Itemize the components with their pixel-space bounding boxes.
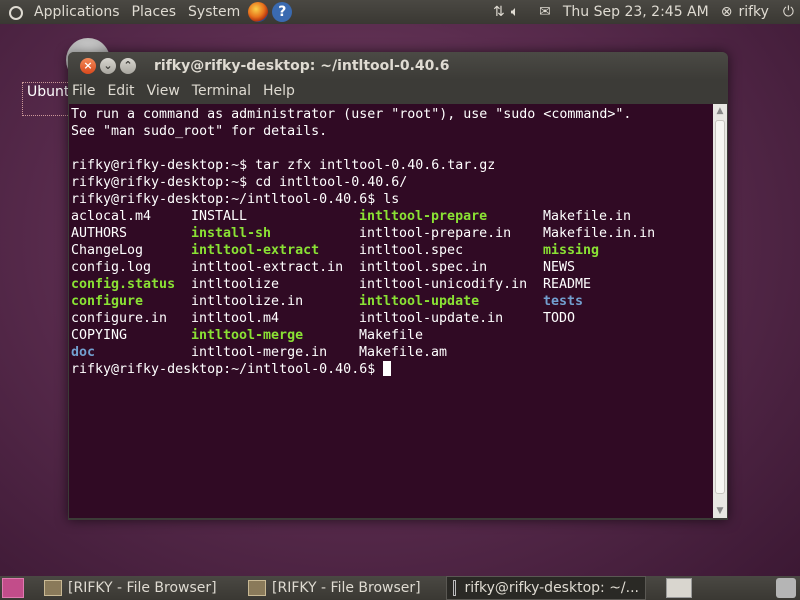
volume-icon[interactable]: 🔈︎ (511, 4, 519, 20)
menu-file[interactable]: File (68, 83, 101, 99)
menu-edit[interactable]: Edit (101, 83, 140, 99)
scroll-thumb[interactable] (715, 120, 725, 494)
ls-file: README (543, 277, 592, 292)
window-titlebar[interactable]: × ⌄ ⌃ rifky@rifky-desktop: ~/intltool-0.… (68, 52, 728, 80)
ls-directory: tests (543, 294, 584, 309)
firefox-icon[interactable] (248, 2, 269, 22)
scroll-up-icon[interactable]: ▲ (713, 104, 727, 118)
ls-file: TODO (543, 311, 576, 326)
workspace-switcher[interactable] (666, 578, 692, 598)
ls-file: configure (71, 294, 144, 309)
ls-file: intltool.spec.in (359, 260, 488, 275)
text-cursor (383, 361, 392, 376)
user-name[interactable]: rifky (738, 4, 768, 20)
ls-file: intltool-merge.in (191, 345, 328, 360)
prompt-line: rifky@rifky-desktop:~/intltool-0.40.6$ (69, 361, 713, 378)
ubuntu-logo-icon[interactable] (6, 3, 24, 21)
ls-file: intltool-extract (191, 243, 320, 258)
trash-icon[interactable] (776, 578, 796, 598)
help-icon[interactable]: ? (272, 2, 293, 22)
ls-file: intltool-unicodify.in (359, 277, 528, 292)
ls-file: configure.in (71, 311, 168, 326)
ls-file: ChangeLog (71, 243, 144, 258)
ls-file: intltool-update.in (359, 311, 504, 326)
terminal-line: To run a command as administrator (user … (71, 107, 632, 122)
taskbar-item-file-browser-1[interactable]: [RIFKY - File Browser] (38, 577, 236, 599)
ls-file: intltool.m4 (191, 311, 280, 326)
power-icon[interactable]: ⏻ (783, 4, 794, 20)
ls-row: configure.in intltool.m4 intltool-update.i… (69, 310, 713, 327)
terminal-line: rifky@rifky-desktop:~/intltool-0.40.6$ l… (71, 192, 400, 207)
menu-terminal[interactable]: Terminal (186, 83, 257, 99)
ls-file: Makefile (359, 328, 424, 343)
system-tray: ⇅ 🔈︎ ✉ Thu Sep 23, 2:45 AM ⊗ rifky ⏻ (493, 4, 800, 20)
ls-file: intltool-update (359, 294, 480, 309)
task-label: [RIFKY - File Browser] (272, 580, 421, 596)
terminal-line: rifky@rifky-desktop:~$ tar zfx intltool-… (71, 158, 496, 173)
mail-icon[interactable]: ✉ (539, 4, 551, 20)
close-icon[interactable]: × (80, 58, 96, 74)
taskbar-item-file-browser-2[interactable]: [RIFKY - File Browser] (242, 577, 440, 599)
ls-file: COPYING (71, 328, 128, 343)
ls-row: doc intltool-merge.in Makefile.am (69, 344, 713, 361)
top-panel: Applications Places System ? ⇅ 🔈︎ ✉ Thu … (0, 0, 800, 24)
ls-file: config.log (71, 260, 152, 275)
ls-file: intltool-prepare (359, 209, 488, 224)
terminal-output[interactable]: To run a command as administrator (user … (69, 104, 713, 518)
ls-file: INSTALL (191, 209, 248, 224)
maximize-icon[interactable]: ⌃ (120, 58, 136, 74)
minimize-icon[interactable]: ⌄ (100, 58, 116, 74)
menu-view[interactable]: View (141, 83, 186, 99)
system-menu[interactable]: System (182, 4, 246, 20)
ls-row: aclocal.m4 INSTALL intltool-prepare Makefil… (69, 208, 713, 225)
ls-output: aclocal.m4 INSTALL intltool-prepare Makefil… (69, 208, 713, 361)
clock[interactable]: Thu Sep 23, 2:45 AM (563, 4, 709, 20)
ls-file: NEWS (543, 260, 576, 275)
task-label: rifky@rifky-desktop: ~/... (464, 580, 639, 596)
places-menu[interactable]: Places (126, 4, 183, 20)
ls-row: configure intltoolize.in intltool-update te… (69, 293, 713, 310)
ls-file: Makefile.in (543, 209, 632, 224)
folder-icon (44, 580, 62, 596)
network-icon[interactable]: ⇅ (493, 4, 505, 20)
ls-file: Makefile.in.in (543, 226, 656, 241)
user-status-icon[interactable]: ⊗ (721, 4, 733, 20)
prompt: rifky@rifky-desktop:~/intltool-0.40.6$ (71, 362, 384, 377)
ls-file: install-sh (191, 226, 272, 241)
ls-row: config.status intltoolize intltool-unicodi… (69, 276, 713, 293)
terminal-line: See "man sudo_root" for details. (71, 124, 328, 139)
ls-file: intltool.spec (359, 243, 464, 258)
menubar: File Edit View Terminal Help (68, 80, 728, 102)
terminal-window: × ⌄ ⌃ rifky@rifky-desktop: ~/intltool-0.… (68, 52, 728, 520)
terminal-line: rifky@rifky-desktop:~$ cd intltool-0.40.… (71, 175, 408, 190)
ls-row: config.log intltool-extract.in intltool.sp… (69, 259, 713, 276)
ls-directory: doc (71, 345, 96, 360)
show-desktop-icon[interactable] (2, 578, 24, 598)
ls-file: aclocal.m4 (71, 209, 152, 224)
ls-file: intltool-prepare.in (359, 226, 512, 241)
scrollbar[interactable]: ▲ ▼ (713, 104, 727, 518)
ls-row: COPYING intltool-merge Makefile (69, 327, 713, 344)
ls-row: ChangeLog intltool-extract intltool.spec mi… (69, 242, 713, 259)
scroll-down-icon[interactable]: ▼ (713, 504, 727, 518)
taskbar-item-terminal[interactable]: rifky@rifky-desktop: ~/... (446, 576, 646, 600)
bottom-panel: [RIFKY - File Browser] [RIFKY - File Bro… (0, 576, 800, 600)
ls-file: Makefile.am (359, 345, 448, 360)
terminal-icon (453, 580, 457, 596)
ls-file: intltool-extract.in (191, 260, 344, 275)
menu-help[interactable]: Help (257, 83, 301, 99)
applications-menu[interactable]: Applications (28, 4, 126, 20)
ls-file: intltoolize.in (191, 294, 304, 309)
task-label: [RIFKY - File Browser] (68, 580, 217, 596)
ls-file: AUTHORS (71, 226, 128, 241)
ls-file: missing (543, 243, 600, 258)
ls-file: intltoolize (191, 277, 280, 292)
ls-file: intltool-merge (191, 328, 304, 343)
ls-file: config.status (71, 277, 176, 292)
window-title: rifky@rifky-desktop: ~/intltool-0.40.6 (154, 58, 450, 74)
folder-icon (248, 580, 266, 596)
ls-row: AUTHORS install-sh intltool-prepare.in Make… (69, 225, 713, 242)
